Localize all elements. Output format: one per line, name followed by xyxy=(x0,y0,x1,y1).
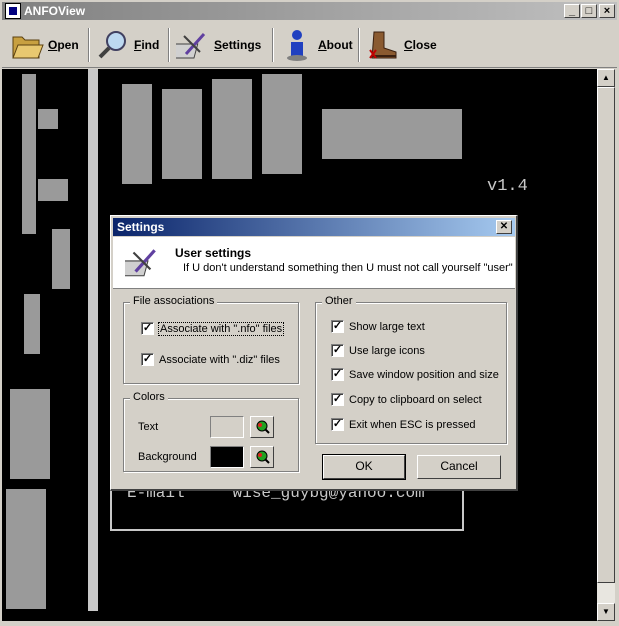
minimize-button[interactable]: _ xyxy=(564,4,580,18)
title-bar[interactable]: ANFOView _ □ × xyxy=(2,2,617,20)
copy-clipboard-checkbox[interactable]: ✓ Copy to clipboard on select xyxy=(331,393,482,406)
find-button[interactable]: Find xyxy=(96,26,159,64)
checkbox-box: ✓ xyxy=(141,353,154,366)
toolbar-separator xyxy=(88,28,90,62)
background-color-swatch xyxy=(210,446,244,468)
boot-icon xyxy=(369,31,397,59)
settings-icon xyxy=(125,249,156,277)
cancel-button[interactable]: Cancel xyxy=(417,455,501,479)
settings-label: Settings xyxy=(214,38,262,52)
associate-diz-label: Associate with ".diz" files xyxy=(159,353,280,366)
checkbox-box: ✓ xyxy=(331,320,344,333)
ascii-art xyxy=(162,89,202,179)
dialog-close-button[interactable]: ✕ xyxy=(496,220,512,234)
ascii-art xyxy=(122,84,152,184)
header-subtitle: If U don't understand something then U m… xyxy=(183,262,513,274)
find-label: Find xyxy=(134,38,160,52)
file-associations-group: File associations ✓ Associate with ".nfo… xyxy=(123,295,299,384)
folder-open-icon xyxy=(12,36,44,59)
text-color-swatch xyxy=(210,416,244,438)
text-color-pick-button[interactable] xyxy=(250,416,274,438)
text-color-label: Text xyxy=(138,421,159,433)
open-label: Open xyxy=(48,38,79,52)
background-color-label: Background xyxy=(138,451,197,463)
save-window-label: Save window position and size xyxy=(349,368,499,381)
checkbox-box: ✓ xyxy=(331,368,344,381)
scroll-thumb[interactable] xyxy=(597,87,615,583)
use-large-icons-checkbox[interactable]: ✓ Use large icons xyxy=(331,344,425,357)
header-title: User settings xyxy=(175,246,252,260)
info-person-icon xyxy=(287,30,307,61)
vertical-scrollbar[interactable]: ▲ ▼ xyxy=(597,69,615,621)
dialog-header: User settings If U don't understand some… xyxy=(113,237,515,289)
other-legend: Other xyxy=(322,295,356,307)
about-label: About xyxy=(318,38,353,52)
magnifier-icon xyxy=(98,31,126,59)
maximize-button[interactable]: □ xyxy=(581,4,597,18)
show-large-text-label: Show large text xyxy=(349,320,425,333)
checkbox-box: ✓ xyxy=(331,344,344,357)
ascii-art-bar xyxy=(88,69,98,611)
toolbar: Open Find Settings About Close xyxy=(2,22,617,68)
associate-nfo-label: Associate with ".nfo" files xyxy=(157,321,285,336)
save-window-checkbox[interactable]: ✓ Save window position and size xyxy=(331,368,499,381)
colors-legend: Colors xyxy=(130,391,168,403)
exit-esc-checkbox[interactable]: ✓ Exit when ESC is pressed xyxy=(331,418,476,431)
dialog-title: Settings xyxy=(117,220,165,234)
ascii-art xyxy=(322,109,462,159)
background-color-pick-button[interactable] xyxy=(250,446,274,468)
checkbox-box: ✓ xyxy=(331,393,344,406)
colors-group: Colors Text Background xyxy=(123,391,299,472)
exit-esc-label: Exit when ESC is pressed xyxy=(349,418,476,431)
window-title: ANFOView xyxy=(24,4,86,18)
version-text: v1.4 xyxy=(487,177,528,196)
color-picker-icon xyxy=(256,420,270,434)
ascii-art xyxy=(262,74,302,174)
close-label: Close xyxy=(404,38,437,52)
use-large-icons-label: Use large icons xyxy=(349,344,425,357)
ascii-art xyxy=(38,109,58,129)
settings-icon xyxy=(176,32,206,59)
checkbox-box: ✓ xyxy=(141,322,154,335)
file-associations-legend: File associations xyxy=(130,295,218,307)
color-picker-icon xyxy=(256,450,270,464)
ascii-art xyxy=(212,79,252,179)
ascii-art xyxy=(24,294,40,354)
associate-nfo-checkbox[interactable]: ✓ Associate with ".nfo" files xyxy=(141,321,285,336)
ascii-art xyxy=(38,179,68,201)
scroll-up-button[interactable]: ▲ xyxy=(597,69,615,87)
toolbar-separator xyxy=(358,28,360,62)
other-group: Other ✓ Show large text ✓ Use large icon… xyxy=(315,295,507,444)
dialog-title-bar[interactable]: Settings ✕ xyxy=(113,218,515,236)
ascii-art xyxy=(6,489,46,609)
ascii-art xyxy=(10,389,50,479)
ascii-art xyxy=(52,229,70,289)
ascii-art xyxy=(22,74,36,234)
about-button[interactable]: About xyxy=(280,26,353,64)
scroll-down-button[interactable]: ▼ xyxy=(597,603,615,621)
ok-button[interactable]: OK xyxy=(322,454,406,480)
close-window-button[interactable]: × xyxy=(599,4,615,18)
copy-clipboard-label: Copy to clipboard on select xyxy=(349,393,482,406)
open-button[interactable]: Open xyxy=(10,26,79,64)
close-button[interactable]: Close xyxy=(366,26,437,64)
checkbox-box: ✓ xyxy=(331,418,344,431)
settings-dialog: Settings ✕ User settings If U don't unde… xyxy=(110,215,518,491)
settings-button[interactable]: Settings xyxy=(176,26,261,64)
show-large-text-checkbox[interactable]: ✓ Show large text xyxy=(331,320,425,333)
app-icon xyxy=(5,3,21,19)
toolbar-separator xyxy=(168,28,170,62)
toolbar-separator xyxy=(272,28,274,62)
associate-diz-checkbox[interactable]: ✓ Associate with ".diz" files xyxy=(141,353,280,366)
main-window: ANFOView _ □ × Open Find Settings About … xyxy=(0,0,619,626)
